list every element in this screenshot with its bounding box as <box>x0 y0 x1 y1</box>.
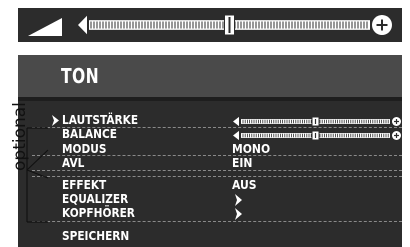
menu-item-value: AUS <box>232 178 257 192</box>
menu-item-label: BALANCE <box>62 127 117 141</box>
row-divider <box>32 221 402 222</box>
balance-slider[interactable] <box>232 130 402 141</box>
menu-item-label: EQUALIZER <box>62 192 129 206</box>
menu-item-label: SPEICHERN <box>62 229 130 243</box>
menu-item-equalizer[interactable]: EQUALIZER <box>18 192 402 206</box>
volume-slider[interactable] <box>76 14 394 36</box>
decrease-arrow-icon <box>233 116 239 127</box>
menu-item-avl[interactable]: AVL EIN <box>18 156 402 170</box>
menu-item-balance[interactable]: BALANCE <box>18 127 402 141</box>
row-divider <box>32 176 402 177</box>
menu-header: TON <box>18 55 402 101</box>
decrease-arrow-icon <box>78 15 87 35</box>
menu-item-label: LAUTSTÄRKE <box>62 113 139 127</box>
volume-wedge-icon <box>28 18 62 36</box>
submenu-arrow-icon <box>235 194 242 206</box>
row-divider <box>32 170 402 171</box>
menu-item-effekt[interactable]: EFFEKT AUS <box>18 178 402 192</box>
menu-item-lautstaerke[interactable]: LAUTSTÄRKE <box>18 113 402 127</box>
row-divider <box>32 127 402 128</box>
menu-item-kopfhoerer[interactable]: KOPFHÖRER <box>18 206 402 220</box>
volume-bar <box>18 8 402 42</box>
optional-label: optional <box>10 102 30 171</box>
menu-item-value: EIN <box>232 156 253 170</box>
menu-title: TON <box>61 64 100 88</box>
osd-menu-panel: TON LAUTSTÄRKE BALANCE MODUS MONO AVL EI… <box>18 55 402 247</box>
submenu-arrow-icon <box>235 208 242 220</box>
menu-item-speichern[interactable]: SPEICHERN <box>18 229 402 243</box>
menu-item-label: AVL <box>62 156 85 170</box>
volume-level-slider[interactable] <box>232 116 402 127</box>
menu-item-label: KOPFHÖRER <box>62 206 135 220</box>
row-divider <box>32 155 402 156</box>
decrease-arrow-icon <box>233 130 239 141</box>
selection-arrow-icon <box>52 115 59 126</box>
menu-item-label: EFFEKT <box>62 178 107 192</box>
